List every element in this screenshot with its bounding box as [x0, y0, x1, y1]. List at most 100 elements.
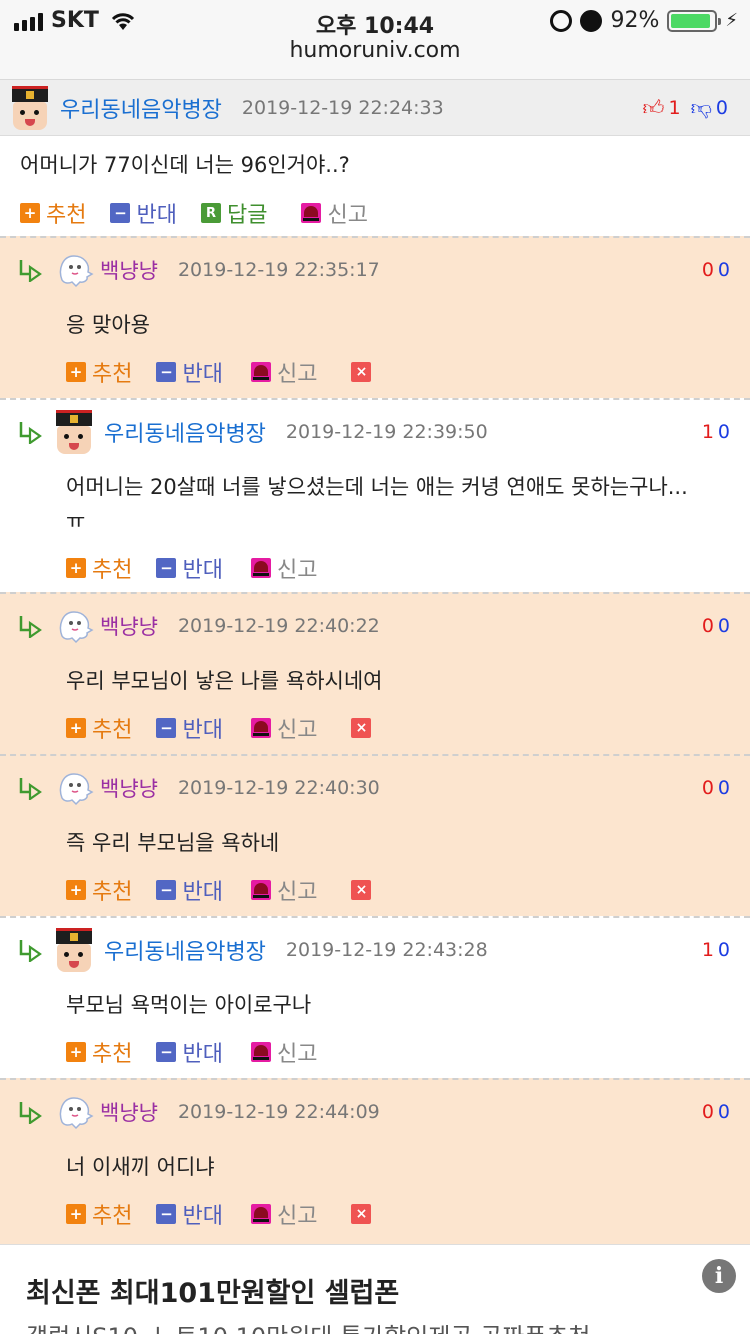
battery-percent: 92% — [610, 8, 660, 33]
reply-button[interactable]: R 답글 — [200, 197, 267, 229]
oppose-button[interactable]: − 반대 — [110, 197, 177, 229]
comment-date: 2019-12-19 22:40:30 — [177, 777, 380, 799]
comment-text: 우리 부모님이 낳은 나를 욕하시네여 — [66, 669, 383, 693]
comment-actions: + 추천 − 반대 신고 × — [66, 356, 401, 388]
recommend-button[interactable]: + 추천 — [66, 712, 132, 744]
report-button[interactable]: 신고 — [301, 197, 368, 229]
status-right: 92% ⚡ — [550, 8, 738, 33]
plus-icon: + — [66, 558, 86, 578]
comment-down-count[interactable]: 0 — [718, 777, 730, 799]
comment-actions: + 추천 − 반대 신고 × — [66, 1198, 401, 1230]
url-bar[interactable]: humoruniv.com — [0, 38, 750, 63]
avatar[interactable] — [10, 85, 50, 130]
comment-header: 백냥냥 2019-12-19 22:44:09 0 0 — [18, 1090, 730, 1134]
post-author[interactable]: 우리동네음악병장 — [60, 92, 222, 124]
oppose-button[interactable]: − 반대 — [156, 874, 223, 906]
battery-icon — [667, 9, 722, 32]
post-actions: + 추천 − 반대 R 답글 신고 — [20, 197, 392, 229]
comment-up-count[interactable]: 0 — [702, 259, 714, 281]
comment-up-count[interactable]: 1 — [702, 421, 714, 443]
recommend-button[interactable]: + 추천 — [20, 197, 86, 229]
reply-arrow-icon — [18, 258, 44, 284]
siren-icon — [250, 362, 271, 382]
comment-down-count[interactable]: 0 — [718, 615, 730, 637]
siren-icon — [301, 203, 322, 223]
comment-text: 너 이새끼 어디냐 — [66, 1155, 215, 1179]
charging-icon: ⚡ — [725, 10, 738, 31]
comment-down-count[interactable]: 0 — [718, 421, 730, 443]
comment-up-count[interactable]: 0 — [702, 777, 714, 799]
comment-item: 백냥냥 2019-12-19 22:40:30 0 0 즉 우리 부모님을 욕하네 + 추천… — [0, 754, 750, 916]
comment-votes: 00 — [702, 259, 730, 281]
report-button[interactable]: 신고 — [250, 874, 317, 906]
comment-text: 부모님 욕먹이는 아이로구나 — [66, 993, 312, 1017]
siren-icon — [250, 718, 271, 738]
comment-up-count[interactable]: 0 — [702, 1101, 714, 1123]
comment-up-count[interactable]: 1 — [702, 939, 714, 961]
avatar[interactable] — [54, 410, 94, 454]
delete-icon: × — [351, 718, 372, 738]
post-text: 어머니가 77이신데 너는 96인거야..? — [20, 153, 350, 177]
reply-arrow-icon — [18, 614, 44, 640]
comment-date: 2019-12-19 22:44:09 — [177, 1101, 380, 1123]
ad-title[interactable]: 최신폰 최대101만원할인 셀럽폰 — [26, 1271, 399, 1310]
comment-header: 백냥냥 2019-12-19 22:40:22 0 0 — [18, 604, 730, 648]
comment-actions: + 추천 − 반대 신고 × — [66, 874, 401, 906]
report-button[interactable]: 신고 — [250, 356, 317, 388]
minus-icon: − — [110, 203, 131, 223]
recommend-button[interactable]: + 추천 — [66, 1036, 132, 1068]
delete-button[interactable]: × — [351, 362, 377, 382]
comment-item: 백냥냥 2019-12-19 22:40:22 0 0 우리 부모님이 낳은 나를 욕하… — [0, 592, 750, 754]
delete-icon: × — [351, 362, 372, 382]
report-button[interactable]: 신고 — [250, 1036, 317, 1068]
comment-item: 우리동네음악병장 2019-12-19 22:39:50 1 0 어머니는 20살때 너… — [0, 398, 750, 592]
info-icon[interactable]: i — [702, 1259, 736, 1293]
thumbs-down-icon[interactable]: 👎︎ — [691, 95, 712, 121]
ad-banner[interactable]: 최신폰 최대101만원할인 셀럽폰 갤럭시S10, 노트10 10만원대 특가할… — [0, 1244, 750, 1334]
ghost-avatar[interactable] — [54, 606, 94, 646]
recommend-button[interactable]: + 추천 — [66, 1198, 132, 1230]
oppose-button[interactable]: − 반대 — [156, 712, 223, 744]
comment-author[interactable]: 백냥냥 — [100, 773, 158, 803]
delete-button[interactable]: × — [351, 718, 377, 738]
comment-down-count[interactable]: 0 — [718, 1101, 730, 1123]
comment-author[interactable]: 우리동네음악병장 — [104, 934, 266, 966]
siren-icon — [250, 880, 271, 900]
delete-button[interactable]: × — [351, 880, 377, 900]
minus-icon: − — [156, 718, 177, 738]
comment-author[interactable]: 백냥냥 — [100, 255, 158, 285]
ghost-avatar[interactable] — [54, 250, 94, 290]
report-button[interactable]: 신고 — [250, 1198, 317, 1230]
comment-item: 백냥냥 2019-12-19 22:35:17 0 0 응 맞아용 + 추천 − 반대 신고 × — [0, 236, 750, 398]
comment-actions: + 추천 − 반대 신고 × — [66, 712, 401, 744]
ghost-avatar[interactable] — [54, 768, 94, 808]
minus-icon: − — [156, 880, 177, 900]
siren-icon — [250, 558, 271, 578]
report-button[interactable]: 신고 — [250, 712, 317, 744]
report-button[interactable]: 신고 — [250, 552, 317, 584]
oppose-button[interactable]: − 반대 — [156, 356, 223, 388]
comment-text-line2: ㅠ — [66, 509, 86, 533]
oppose-button[interactable]: − 반대 — [156, 1198, 223, 1230]
recommend-button[interactable]: + 추천 — [66, 874, 132, 906]
siren-icon — [250, 1042, 271, 1062]
comment-author[interactable]: 백냥냥 — [100, 1097, 158, 1127]
recommend-button[interactable]: + 추천 — [66, 552, 132, 584]
oppose-button[interactable]: − 반대 — [156, 552, 223, 584]
comment-text: 즉 우리 부모님을 욕하네 — [66, 831, 280, 855]
recommend-button[interactable]: + 추천 — [66, 356, 132, 388]
oppose-button[interactable]: − 반대 — [156, 1036, 223, 1068]
comment-down-count[interactable]: 0 — [718, 259, 730, 281]
ghost-avatar[interactable] — [54, 1092, 94, 1132]
delete-button[interactable]: × — [351, 1204, 377, 1224]
comment-down-count[interactable]: 0 — [718, 939, 730, 961]
ad-subtitle[interactable]: 갤럭시S10, 노트10 10만원대 특가할인제공 공짜폰추천 — [26, 1317, 591, 1334]
post-date: 2019-12-19 22:24:33 — [241, 96, 444, 119]
comment-author[interactable]: 백냥냥 — [100, 611, 158, 641]
comment-author[interactable]: 우리동네음악병장 — [104, 416, 266, 448]
comment-up-count[interactable]: 0 — [702, 615, 714, 637]
avatar[interactable] — [54, 928, 94, 972]
thumbs-up-icon[interactable]: 👍︎ — [643, 95, 665, 121]
reply-arrow-icon — [18, 776, 44, 802]
post-votes: 👍︎ 1 👎︎ 0 — [643, 95, 728, 121]
